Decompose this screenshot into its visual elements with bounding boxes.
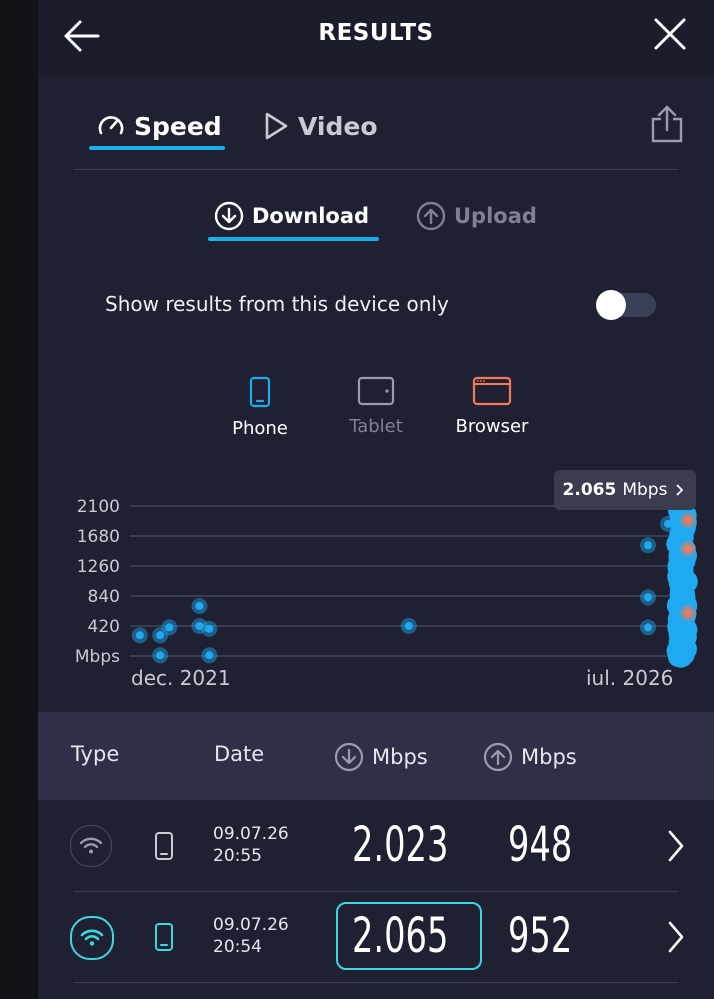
x-axis-end-label: iul. 2026: [586, 666, 673, 690]
tabs-divider: [74, 169, 678, 170]
background-strip: [0, 0, 38, 999]
y-tick-label: Mbps: [75, 647, 120, 667]
tab-video-label: Video: [298, 111, 378, 141]
data-point[interactable]: [165, 623, 174, 632]
column-date[interactable]: Date: [214, 742, 264, 766]
row-download-value: 2.065: [352, 908, 449, 964]
page-title: RESULTS: [318, 20, 434, 46]
gauge-icon: [98, 116, 124, 135]
row-date: 09.07.26: [213, 824, 289, 844]
download-arrow-icon: [334, 742, 364, 772]
chevron-right-icon[interactable]: [666, 829, 686, 863]
column-download[interactable]: Mbps: [334, 742, 428, 772]
chevron-right-icon[interactable]: [666, 920, 686, 954]
subtab-upload[interactable]: Upload: [416, 198, 537, 234]
y-tick-label: 1260: [77, 557, 120, 577]
table-row[interactable]: 09.07.26 20:54 2.065 952: [38, 892, 714, 982]
data-point[interactable]: [684, 609, 692, 618]
data-point[interactable]: [195, 602, 204, 610]
data-point[interactable]: [205, 651, 214, 660]
data-point[interactable]: [156, 631, 165, 640]
device-filter-tablet[interactable]: Tablet: [326, 376, 426, 437]
row-upload-value: 948: [508, 817, 573, 873]
upload-arrow-icon: [483, 742, 513, 772]
results-screen: RESULTS Speed Video Download Upload Show…: [38, 0, 714, 999]
data-point[interactable]: [684, 516, 692, 525]
row-download-value: 2.023: [352, 817, 449, 873]
chevron-right-icon: [676, 484, 684, 496]
tooltip-unit: Mbps: [622, 480, 668, 500]
row-datetime: 09.07.26 20:55: [213, 823, 289, 867]
row-date: 09.07.26: [213, 915, 289, 935]
device-filter-phone[interactable]: Phone: [210, 376, 310, 439]
tablet-icon: [357, 376, 395, 406]
device-filter-toggle[interactable]: [596, 290, 658, 320]
chart-value-tooltip[interactable]: 2.065 Mbps: [554, 470, 696, 510]
phone-icon: [249, 376, 271, 408]
subtab-download[interactable]: Download: [214, 198, 369, 234]
wifi-icon: [70, 916, 114, 960]
y-tick-label: 840: [88, 587, 120, 607]
y-tick-label: 420: [88, 617, 120, 637]
column-upload-label: Mbps: [521, 745, 577, 769]
wifi-icon: [70, 825, 112, 867]
data-point: [670, 633, 694, 658]
data-point[interactable]: [674, 559, 683, 568]
results-table-header: Type Date Mbps Mbps: [38, 712, 714, 800]
device-filter-label: Show results from this device only: [105, 292, 449, 316]
row-time: 20:55: [213, 846, 262, 866]
toggle-knob: [596, 290, 626, 320]
data-point[interactable]: [644, 541, 653, 550]
y-tick-label: 1680: [77, 527, 120, 547]
upload-arrow-icon: [416, 201, 446, 231]
device-filter-browser[interactable]: Browser: [442, 376, 542, 437]
top-bar: RESULTS: [38, 0, 714, 78]
data-point[interactable]: [684, 544, 692, 553]
row-divider: [74, 982, 678, 983]
data-point[interactable]: [644, 623, 653, 632]
tablet-label: Tablet: [349, 416, 403, 437]
data-point[interactable]: [674, 582, 683, 590]
row-time: 20:54: [213, 937, 262, 957]
play-icon: [265, 112, 288, 140]
subtab-upload-label: Upload: [454, 204, 537, 228]
download-arrow-icon: [214, 201, 244, 231]
data-point[interactable]: [205, 624, 214, 633]
x-axis-start-label: dec. 2021: [131, 666, 231, 690]
data-point[interactable]: [135, 631, 144, 640]
tab-speed-indicator: [89, 146, 225, 150]
browser-label: Browser: [455, 416, 529, 437]
subtab-download-indicator: [208, 237, 379, 241]
phone-icon: [155, 832, 173, 860]
table-row[interactable]: 09.07.26 20:55 2.023 948: [38, 801, 714, 891]
row-datetime: 09.07.26 20:54: [213, 914, 289, 958]
phone-label: Phone: [232, 418, 288, 439]
data-point[interactable]: [156, 651, 165, 660]
browser-icon: [472, 376, 512, 406]
close-icon[interactable]: [652, 16, 688, 52]
row-upload-value: 952: [508, 908, 573, 964]
data-point[interactable]: [664, 519, 673, 528]
column-download-label: Mbps: [372, 745, 428, 769]
data-point[interactable]: [404, 622, 413, 630]
y-tick-label: 2100: [77, 497, 120, 517]
tab-speed-label: Speed: [134, 111, 222, 141]
column-upload[interactable]: Mbps: [483, 742, 577, 772]
share-icon[interactable]: [648, 104, 686, 144]
tooltip-value: 2.065: [562, 480, 617, 500]
column-type[interactable]: Type: [71, 742, 119, 766]
phone-icon: [155, 923, 173, 951]
subtab-download-label: Download: [252, 204, 370, 228]
tab-video[interactable]: Video: [262, 104, 378, 148]
tab-speed[interactable]: Speed: [96, 104, 222, 148]
data-point[interactable]: [644, 593, 653, 602]
